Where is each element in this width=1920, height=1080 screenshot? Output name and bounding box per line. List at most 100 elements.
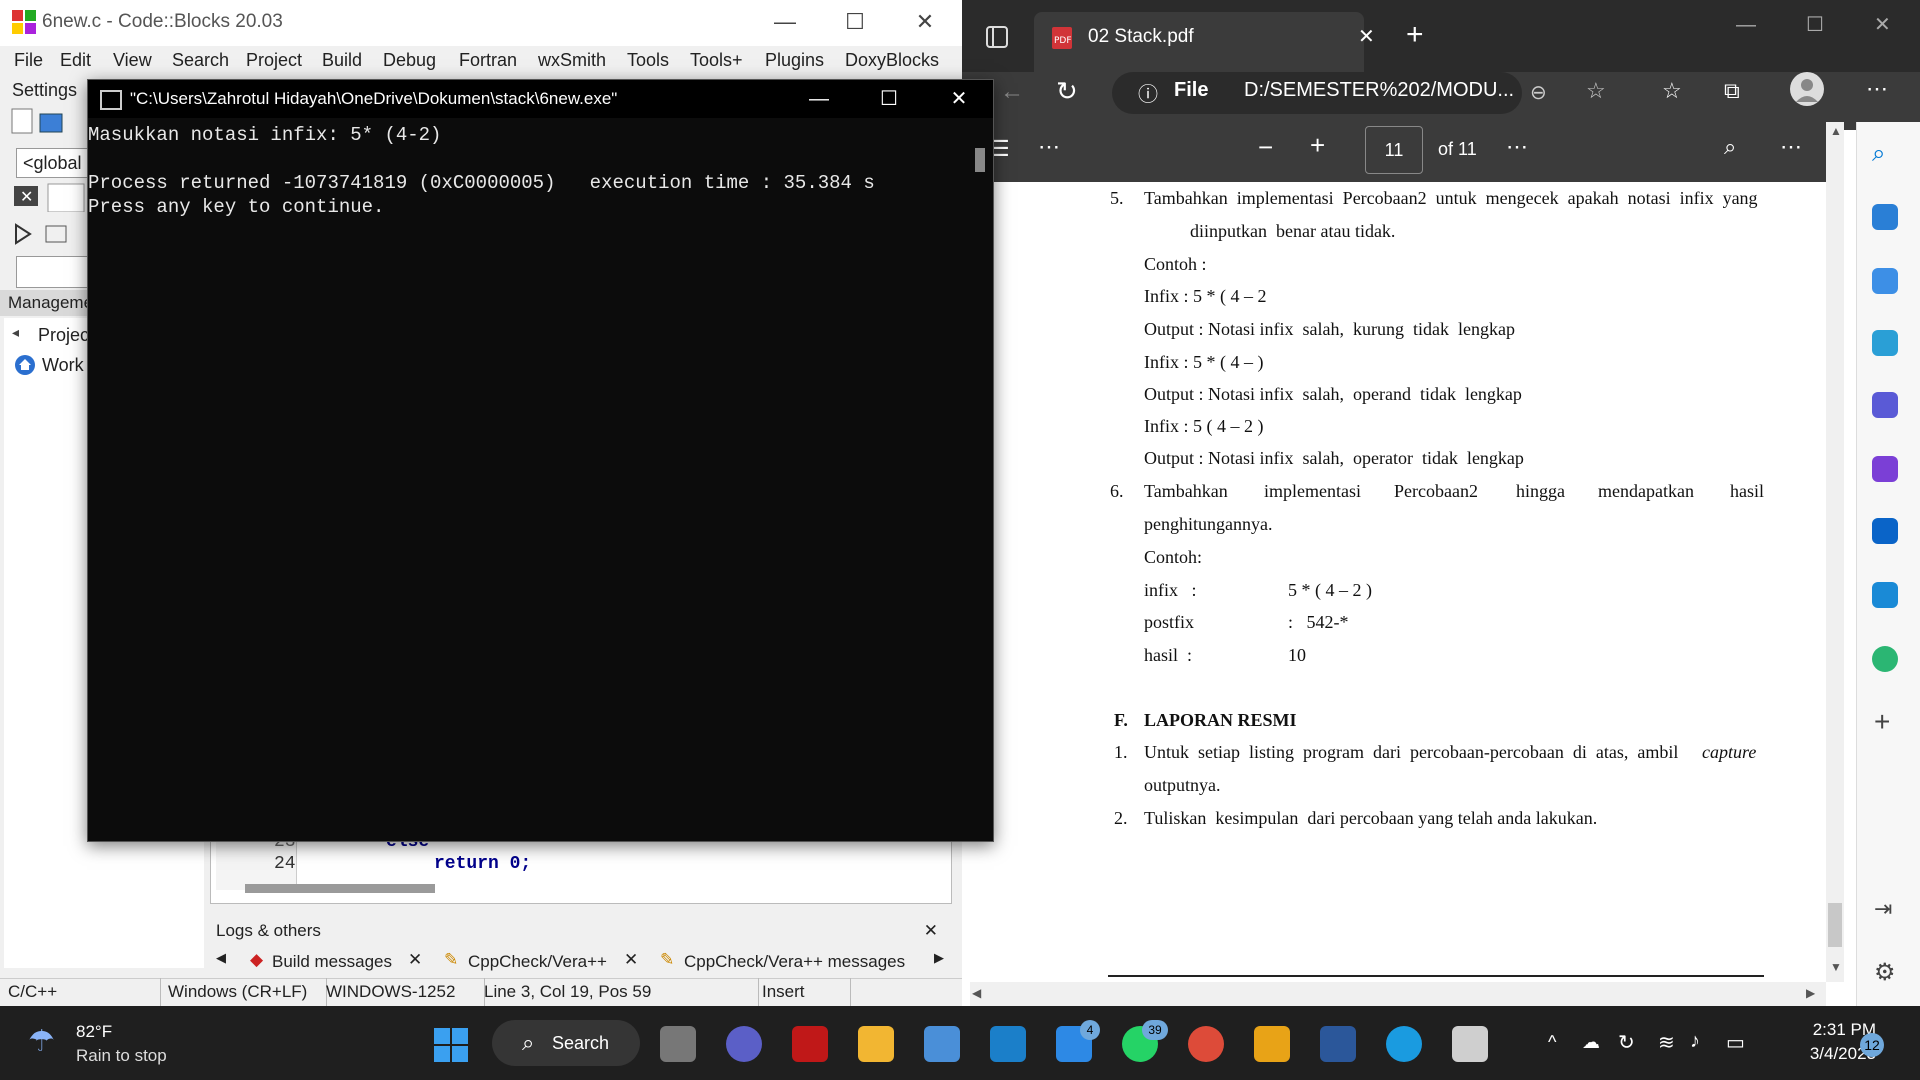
l-app-icon[interactable]	[990, 1026, 1026, 1062]
tab-cppcheck-messages[interactable]: CppCheck/Vera++ messages	[684, 952, 905, 972]
favorites-icon[interactable]: ☆	[1662, 78, 1682, 104]
menu-tools-plus[interactable]: Tools+	[690, 50, 743, 71]
weather-description[interactable]: Rain to stop	[76, 1046, 167, 1066]
menu-project[interactable]: Project	[246, 50, 302, 71]
tab-cppcheck[interactable]: CppCheck/Vera++	[468, 952, 607, 972]
url-text[interactable]: D:/SEMESTER%202/MODU...	[1244, 79, 1514, 102]
menu-search[interactable]: Search	[172, 50, 229, 71]
tab-close-icon[interactable]: ✕	[1358, 24, 1375, 49]
sidebar-settings-icon[interactable]: ⚙	[1874, 958, 1896, 987]
onedrive-icon[interactable]: ☁	[1582, 1032, 1600, 1053]
outlook-icon[interactable]	[1872, 518, 1898, 544]
menu-file[interactable]: File	[14, 50, 43, 71]
debug-run-icon[interactable]	[12, 222, 86, 251]
add-sidebar-app-icon[interactable]: +	[1874, 706, 1890, 738]
menu-doxyblocks[interactable]: DoxyBlocks	[845, 50, 939, 71]
weather-temperature[interactable]: 82°F	[76, 1022, 112, 1042]
sidebar-search-icon[interactable]: ⌕	[1872, 140, 1885, 168]
console-taskbar-icon[interactable]	[1452, 1026, 1488, 1062]
zoom-icon[interactable]: ⊖	[1530, 80, 1547, 105]
console-minimize-button[interactable]: —	[785, 80, 853, 118]
notification-badge[interactable]: 12	[1860, 1033, 1884, 1057]
drop-icon[interactable]	[1872, 582, 1898, 608]
console-window[interactable]: "C:\Users\Zahrotul Hidayah\OneDrive\Doku…	[87, 79, 994, 842]
hide-sidebar-icon[interactable]: ⇥	[1874, 896, 1892, 922]
wifi-icon[interactable]: ≋	[1658, 1030, 1675, 1055]
scroll-up-icon[interactable]: ▲	[1830, 124, 1842, 138]
maximize-button[interactable]: ☐	[820, 0, 890, 46]
editor-hscroll[interactable]	[245, 884, 435, 893]
tab-pdf[interactable]	[1034, 12, 1364, 72]
office-icon[interactable]	[1872, 456, 1898, 482]
start-icon[interactable]	[434, 1028, 468, 1067]
tray-chevron-icon[interactable]: ^	[1548, 1032, 1556, 1053]
codeblocks-taskbar-icon[interactable]	[1254, 1026, 1290, 1062]
chrome-icon[interactable]	[1188, 1026, 1224, 1062]
edge-maximize-button[interactable]: ☐	[1806, 12, 1824, 37]
battery-icon[interactable]: ▭	[1726, 1030, 1745, 1055]
back-icon[interactable]: ←	[1000, 78, 1024, 106]
menu-plugins[interactable]: Plugins	[765, 50, 824, 71]
menu-view[interactable]: View	[113, 50, 152, 71]
info-icon[interactable]: ⓘ	[1138, 78, 1158, 107]
refresh-icon[interactable]: ↻	[1056, 76, 1078, 107]
menu-build[interactable]: Build	[322, 50, 362, 71]
tab-projects[interactable]: Projec	[38, 325, 89, 346]
scroll-down-icon[interactable]: ▼	[1830, 960, 1842, 974]
scope-select[interactable]: <global	[16, 148, 94, 178]
settings-more-icon[interactable]: ⋯	[1866, 76, 1888, 102]
abort-icon[interactable]: ✕	[12, 182, 86, 217]
new-tab-icon[interactable]: +	[1406, 18, 1424, 52]
logs-close-icon[interactable]: ✕	[924, 918, 938, 944]
edge-minimize-button[interactable]: —	[1736, 14, 1756, 37]
profile-avatar[interactable]	[1790, 72, 1824, 111]
volume-icon[interactable]: ♪	[1690, 1030, 1700, 1053]
tab-scroll-left-icon[interactable]: ◀	[216, 950, 226, 966]
pdf-hscroll[interactable]	[970, 982, 1826, 1006]
pdf-more-left-icon[interactable]: ⋯	[1038, 134, 1060, 160]
close-button[interactable]: ✕	[890, 0, 960, 46]
teams-chat-icon[interactable]	[726, 1026, 762, 1062]
menu-edit[interactable]: Edit	[60, 50, 91, 71]
tab-close-icon[interactable]: ✕	[408, 950, 422, 970]
pdf-settings-more-icon[interactable]: ⋯	[1780, 134, 1802, 160]
tab-left-arrow-icon[interactable]: ◂	[12, 324, 19, 341]
edge-icon[interactable]	[1386, 1026, 1422, 1062]
weather-rain-icon[interactable]: ☂	[28, 1024, 55, 1059]
store-icon[interactable]	[924, 1026, 960, 1062]
mcafee-icon[interactable]	[792, 1026, 828, 1062]
console-scrollbar[interactable]	[975, 148, 985, 172]
menu-wxsmith[interactable]: wxSmith	[538, 50, 606, 71]
scroll-right-icon[interactable]: ▶	[1806, 986, 1815, 1000]
file-explorer-icon[interactable]	[858, 1026, 894, 1062]
pdf-vscroll[interactable]	[1826, 122, 1844, 982]
tab-close-icon[interactable]: ✕	[624, 950, 638, 970]
console-maximize-button[interactable]: ☐	[855, 80, 923, 118]
find-icon[interactable]: ⌕	[1724, 134, 1736, 160]
tab-scroll-right-icon[interactable]: ▶	[934, 950, 944, 966]
menu-debug[interactable]: Debug	[383, 50, 436, 71]
pdf-vscroll-thumb[interactable]	[1828, 903, 1842, 947]
zoom-in-icon[interactable]: +	[1310, 130, 1325, 161]
sync-icon[interactable]: ↻	[1618, 1030, 1635, 1055]
pdf-more-icon[interactable]: ⋯	[1506, 134, 1528, 160]
menu-tools[interactable]: Tools	[627, 50, 669, 71]
shopping-icon[interactable]	[1872, 268, 1898, 294]
workspace-item[interactable]: Work	[42, 355, 84, 376]
add-favorite-icon[interactable]: ☆	[1586, 78, 1606, 104]
task-view-icon[interactable]	[660, 1026, 696, 1062]
page-number-input[interactable]: 11	[1365, 126, 1423, 174]
scroll-left-icon[interactable]: ◀	[972, 986, 981, 1000]
edge-close-button[interactable]: ✕	[1874, 12, 1891, 37]
tools-icon[interactable]	[1872, 330, 1898, 356]
games-icon[interactable]	[1872, 392, 1898, 418]
word-icon[interactable]	[1320, 1026, 1356, 1062]
bing-icon[interactable]	[1872, 204, 1898, 230]
tab-actions-icon[interactable]	[986, 26, 1008, 53]
collections-icon[interactable]: ⧉	[1724, 78, 1740, 104]
tab-build-messages[interactable]: Build messages	[272, 952, 392, 972]
tree-icon[interactable]	[1872, 646, 1898, 672]
zoom-out-icon[interactable]: −	[1258, 132, 1273, 163]
console-close-button[interactable]: ✕	[925, 80, 993, 118]
menu-fortran[interactable]: Fortran	[459, 50, 517, 71]
